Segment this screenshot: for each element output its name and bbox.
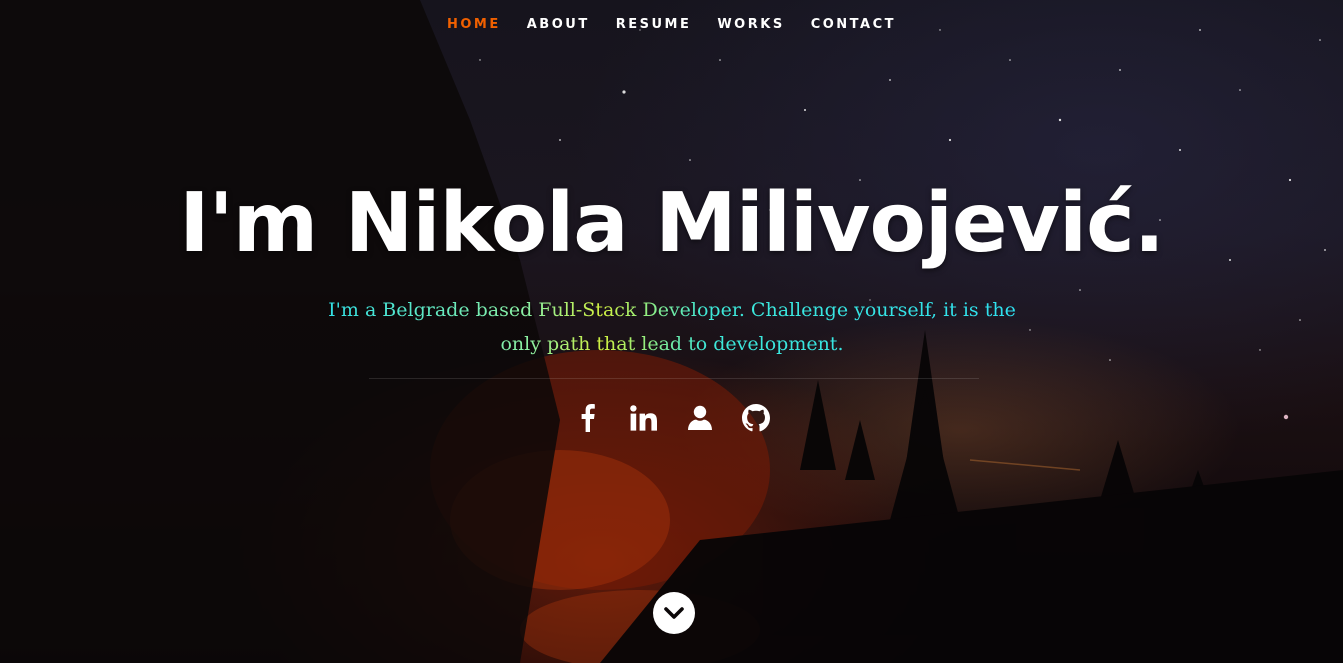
social-links (0, 400, 1343, 436)
github-icon (741, 404, 770, 432)
hero-subtitle: I'm a Belgrade based Full-Stack Develope… (321, 293, 1023, 361)
nav-item-home[interactable]: HOME (434, 17, 514, 32)
linkedin-icon (629, 405, 657, 431)
nav-item-about[interactable]: ABOUT (514, 17, 603, 32)
hero-section: HOME ABOUT RESUME WORKS CONTACT I'm Niko… (0, 0, 1343, 663)
chevron-down-icon (664, 607, 684, 619)
nav-item-resume[interactable]: RESUME (603, 17, 705, 32)
linkedin-link[interactable] (628, 400, 660, 436)
facebook-icon (581, 404, 595, 432)
github-link[interactable] (740, 400, 772, 436)
profile-link[interactable] (684, 400, 716, 436)
nav-item-works[interactable]: WORKS (704, 17, 797, 32)
user-icon (687, 405, 712, 430)
main-nav: HOME ABOUT RESUME WORKS CONTACT (0, 0, 1343, 48)
hero-title: I'm Nikola Milivojević. (179, 176, 1165, 271)
facebook-link[interactable] (572, 400, 604, 436)
hero-divider (369, 378, 979, 379)
scroll-down-button[interactable] (653, 592, 695, 634)
nav-item-contact[interactable]: CONTACT (798, 17, 909, 32)
